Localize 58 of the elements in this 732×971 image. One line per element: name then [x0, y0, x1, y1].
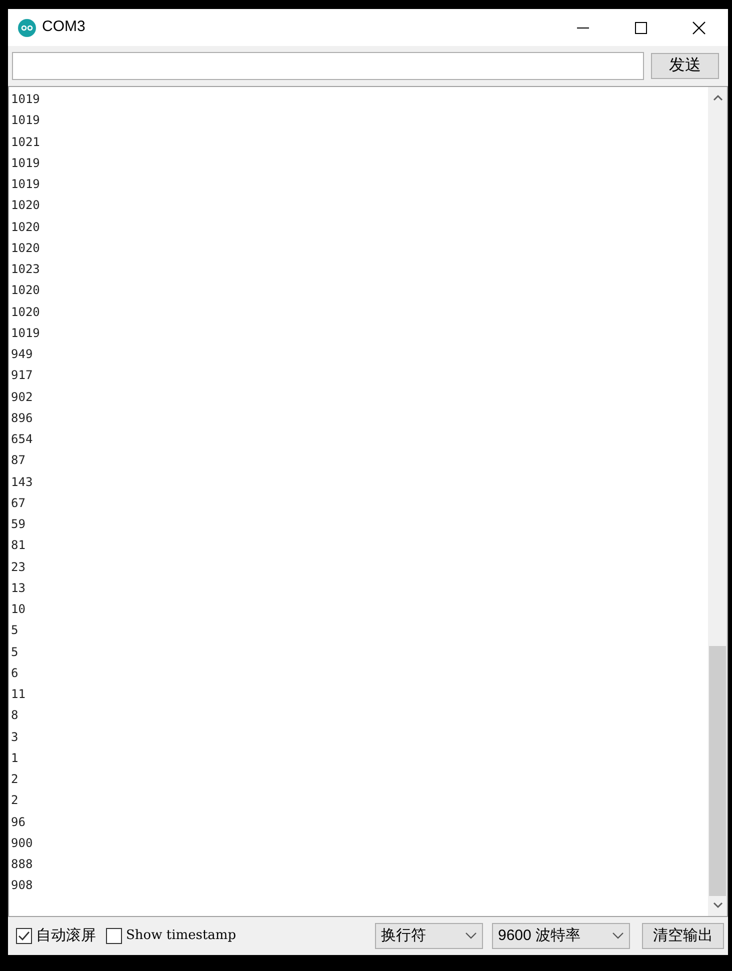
output-line: 917 — [11, 367, 33, 384]
output-line: 2 — [11, 771, 18, 788]
output-line: 1023 — [11, 261, 40, 278]
output-line: 10 — [11, 601, 26, 618]
output-line: 888 — [11, 856, 33, 873]
scroll-down-icon[interactable] — [712, 902, 722, 909]
output-line: 902 — [11, 388, 33, 406]
checkbox[interactable] — [106, 928, 122, 944]
output-line: 1020 — [11, 197, 40, 214]
output-line: 87 — [11, 452, 26, 470]
output-line: 8 — [11, 707, 18, 724]
dropdown[interactable]: 9600 波特率 — [492, 923, 630, 949]
window-title: COM3 — [42, 17, 86, 38]
output-line: 11 — [11, 686, 26, 703]
output-line: 1020 — [11, 304, 40, 320]
output-line: 1019 — [11, 154, 40, 172]
output-line: 6 — [11, 664, 18, 682]
output-line: 81 — [11, 537, 26, 554]
output-line: 896 — [11, 410, 33, 427]
close-icon — [692, 20, 706, 34]
output-line: 59 — [11, 516, 26, 533]
output-line: 1019 — [11, 91, 40, 108]
output-line: 96 — [11, 814, 26, 830]
send-input-field[interactable] — [12, 52, 644, 80]
output-line: 5 — [11, 644, 18, 660]
output-line: 1020 — [11, 282, 40, 300]
output-line: 143 — [11, 474, 33, 490]
output-line: 1019 — [11, 112, 40, 130]
output-line: 1 — [11, 750, 18, 767]
minimize-icon — [577, 26, 589, 28]
dropdown[interactable]: 换行符 — [375, 923, 483, 949]
clear-output-button[interactable]: 清空输出 — [642, 923, 724, 949]
checkbox-label: 自动滚屏 — [36, 926, 96, 946]
checkbox-label: Show timestamp — [126, 927, 236, 946]
output-line: 1019 — [11, 176, 40, 193]
scrollbar-thumb[interactable] — [709, 646, 726, 896]
output-line: 900 — [11, 834, 33, 852]
output-line: 23 — [11, 558, 26, 576]
checkbox[interactable] — [16, 928, 32, 944]
output-line: 2 — [11, 792, 18, 810]
output-line: 1020 — [11, 218, 40, 236]
app-logo-icon — [18, 18, 36, 36]
maximize-icon — [635, 22, 647, 34]
output-line: 67 — [11, 494, 26, 512]
output-line: 13 — [11, 580, 26, 597]
chevron-down-icon — [612, 932, 624, 940]
scrollbar[interactable] — [708, 87, 727, 916]
output-line: 1021 — [11, 134, 40, 150]
output-line: 1020 — [11, 240, 40, 257]
output-line: 908 — [11, 877, 33, 894]
output-line: 654 — [11, 431, 33, 448]
output-line: 5 — [11, 622, 18, 640]
output-line: 949 — [11, 346, 33, 363]
chevron-down-icon — [465, 932, 477, 940]
scroll-up-icon[interactable] — [712, 94, 722, 101]
output-line: 1019 — [11, 324, 40, 342]
output-line: 3 — [11, 728, 18, 746]
send-button[interactable]: 发送 — [651, 53, 719, 79]
